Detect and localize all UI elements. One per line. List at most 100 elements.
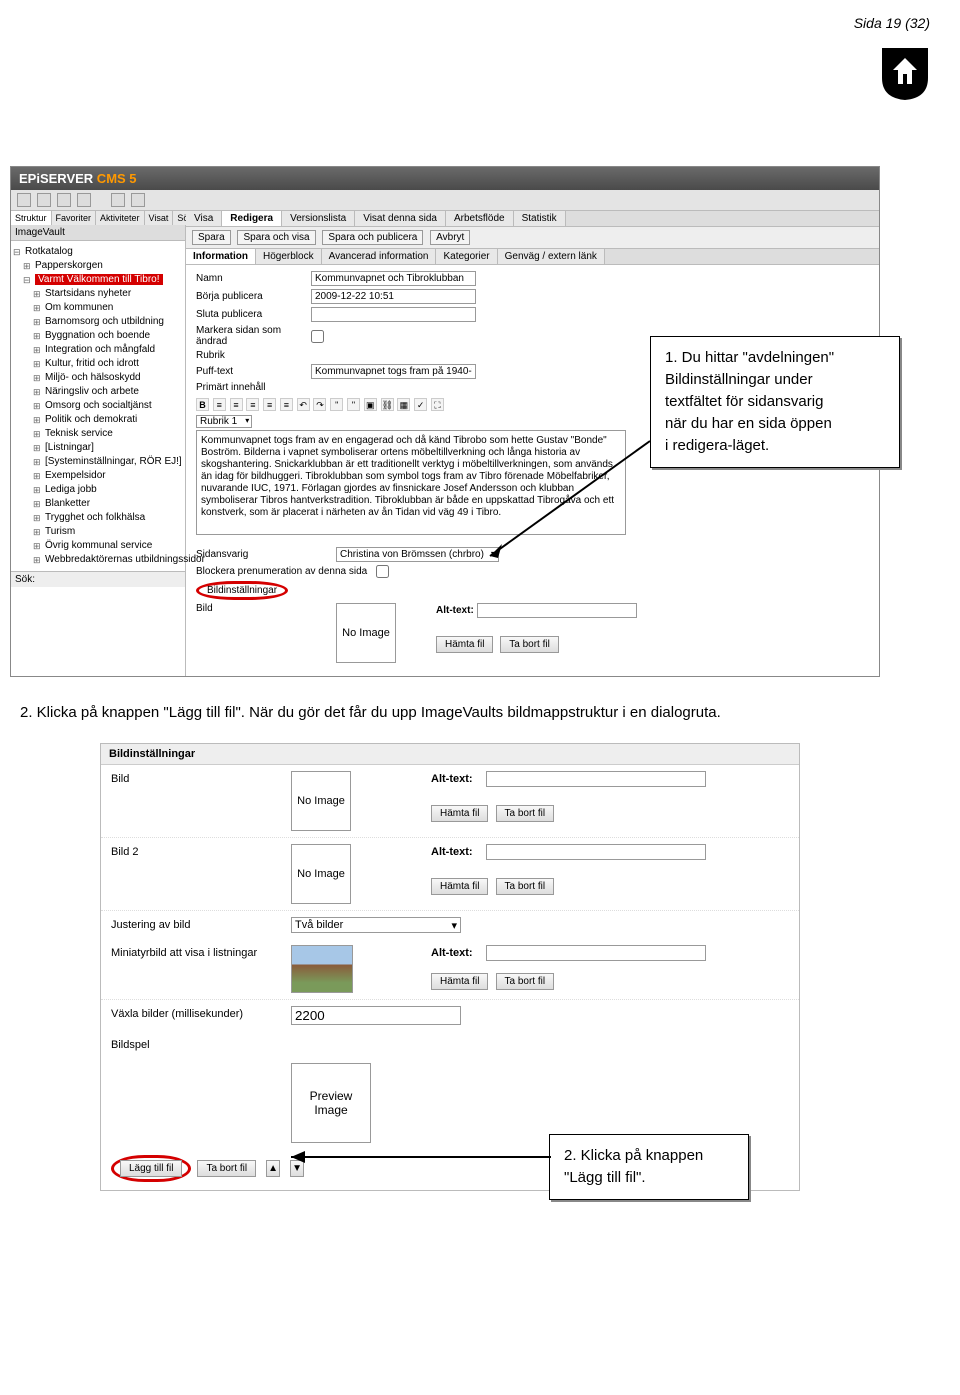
tree-node[interactable]: Politik och demokrati [33,413,183,427]
bold-icon[interactable]: B [196,398,209,411]
tabort-fil-button[interactable]: Ta bort fil [496,878,555,895]
tree-node[interactable]: [Listningar] [33,441,183,455]
cms-top-toolbar [11,190,879,211]
tabort-fil-button[interactable]: Ta bort fil [496,805,555,822]
tree-node[interactable]: Rotkatalog [13,245,183,259]
check-icon[interactable]: ✓ [414,398,427,411]
list-icon[interactable]: ≡ [213,398,226,411]
up-button[interactable]: ▲ [266,1160,280,1177]
align-icon[interactable]: ≡ [246,398,259,411]
tab-versionslista[interactable]: Versionslista [282,211,355,226]
tabort-fil-button[interactable]: Ta bort fil [500,636,559,653]
justering-select[interactable]: Två bilder [291,917,461,933]
hamta-fil-button[interactable]: Hämta fil [436,636,493,653]
preview-image-box: Preview Image [291,1063,371,1143]
tree-node[interactable]: Trygghet och folkhälsa [33,511,183,525]
puff-input[interactable] [311,364,476,379]
tab-information[interactable]: Information [186,249,256,264]
namn-label: Namn [196,273,311,284]
list-icon[interactable]: ≡ [230,398,243,411]
link-icon[interactable]: ⛓ [381,398,394,411]
toolbar-icon[interactable] [17,193,31,207]
toolbar-icon[interactable] [57,193,71,207]
tree-node[interactable]: Näringsliv och arbete [33,385,183,399]
save-button[interactable]: Spara [192,230,231,245]
tab-avancerad[interactable]: Avancerad information [322,249,437,264]
tree-node[interactable]: Startsidans nyheter [33,287,183,301]
save-show-button[interactable]: Spara och visa [237,230,315,245]
side-tab-visat[interactable]: Visat [145,211,174,225]
hamta-fil-button[interactable]: Hämta fil [431,878,488,895]
alt-input[interactable] [486,945,706,961]
tab-arbetsflode[interactable]: Arbetsflöde [446,211,514,226]
side-tab-aktiviteter[interactable]: Aktiviteter [96,211,145,225]
hamta-fil-button[interactable]: Hämta fil [431,973,488,990]
tab-visat-denna[interactable]: Visat denna sida [355,211,446,226]
heading-select[interactable]: Rubrik 1 [196,415,252,428]
tabort-fil-button[interactable]: Ta bort fil [197,1160,256,1177]
tree-node[interactable]: Barnomsorg och utbildning [33,315,183,329]
borja-label: Börja publicera [196,291,311,302]
tree-node[interactable]: Övrig kommunal service [33,539,183,553]
lagg-till-fil-button[interactable]: Lägg till fil [120,1160,182,1177]
image-icon[interactable]: ▣ [364,398,377,411]
sidansvarig-select[interactable]: Christina von Brömssen (chrbro)▾ [336,547,499,562]
undo-icon[interactable]: ↶ [297,398,310,411]
tree-node[interactable]: Webbredaktörernas utbildningssidor [33,553,183,567]
tree-node[interactable]: Omsorg och socialtjänst [33,399,183,413]
toolbar-icon[interactable] [131,193,145,207]
tree-node[interactable]: Om kommunen [33,301,183,315]
quote-icon[interactable]: " [347,398,360,411]
save-row: Spara Spara och visa Spara och publicera… [186,227,879,249]
redo-icon[interactable]: ↷ [313,398,326,411]
borja-input[interactable] [311,289,476,304]
tree-node[interactable]: Integration och mångfald [33,343,183,357]
tree-node[interactable]: Teknisk service [33,427,183,441]
cancel-button[interactable]: Avbryt [430,230,470,245]
tree-node[interactable]: [Systeminställningar, RÖR EJ!] [33,455,183,469]
imagevault-bar[interactable]: ImageVault [11,225,185,241]
table-icon[interactable]: ▦ [397,398,410,411]
tab-hogerblock[interactable]: Högerblock [256,249,322,264]
tree-node[interactable]: Varmt Välkommen till Tibro! [23,273,183,287]
save-publish-button[interactable]: Spara och publicera [322,230,423,245]
hamta-fil-button[interactable]: Hämta fil [431,805,488,822]
sluta-input[interactable] [311,307,476,322]
sidansvarig-label: Sidansvarig [196,549,336,560]
primart-label: Primärt innehåll [196,382,311,393]
tree-node[interactable]: Blanketter [33,497,183,511]
toolbar-icon[interactable] [111,193,125,207]
tree-node[interactable]: Byggnation och boende [33,329,183,343]
tab-redigera[interactable]: Redigera [222,211,282,226]
vaxla-input[interactable] [291,1006,461,1025]
toolbar-icon[interactable] [77,193,91,207]
blockera-checkbox[interactable] [376,565,389,578]
tree-node[interactable]: Papperskorgen [23,259,183,273]
tab-genvag[interactable]: Genväg / extern länk [498,249,605,264]
markera-checkbox[interactable] [311,330,324,343]
side-tab-favoriter[interactable]: Favoriter [52,211,97,225]
expand-icon[interactable]: ⛶ [431,398,444,411]
episerver-screenshot-1: EPiSERVER CMS 5 Struktur Favoriter Aktiv… [10,166,880,677]
alt-input[interactable] [486,771,706,787]
align-icon[interactable]: ≡ [263,398,276,411]
tabort-fil-button[interactable]: Ta bort fil [496,973,555,990]
tab-statistik[interactable]: Statistik [514,211,566,226]
side-tab-struktur[interactable]: Struktur [11,211,52,225]
tree-node[interactable]: Exempelsidor [33,469,183,483]
tab-kategorier[interactable]: Kategorier [436,249,497,264]
tree-node[interactable]: Kultur, fritid och idrott [33,357,183,371]
align-icon[interactable]: ≡ [280,398,293,411]
tree-node[interactable]: Turism [33,525,183,539]
tree-node[interactable]: Miljö- och hälsoskydd [33,371,183,385]
main-tabs: Visa Redigera Versionslista Visat denna … [186,211,879,227]
quote-icon[interactable]: " [330,398,343,411]
alt-input[interactable] [477,603,637,618]
bild-label: Bild [196,603,336,614]
alt-input[interactable] [486,844,706,860]
tab-visa[interactable]: Visa [186,211,222,226]
toolbar-icon[interactable] [37,193,51,207]
tree-node[interactable]: Lediga jobb [33,483,183,497]
search-label: Sök: [11,571,185,587]
namn-input[interactable] [311,271,476,286]
